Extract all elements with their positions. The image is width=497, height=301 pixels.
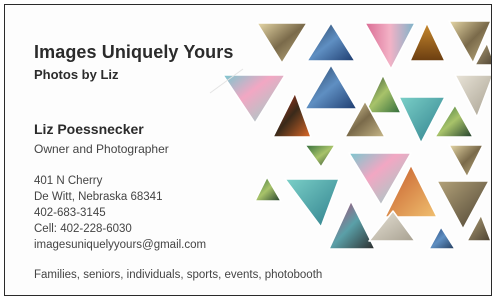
cell-number: Cell: 402-228-6030	[34, 223, 132, 235]
phone-number: 402-683-3145	[34, 207, 106, 219]
person-title: Owner and Photographer	[34, 142, 169, 156]
services-list: Families, seniors, individuals, sports, …	[34, 269, 323, 281]
city-state-zip: De Witt, Nebraska 68341	[34, 191, 163, 203]
business-name: Images Uniquely Yours	[34, 42, 234, 62]
street-address: 401 N Cherry	[34, 175, 103, 187]
business-subtitle: Photos by Liz	[34, 67, 119, 82]
business-card: Images Uniquely Yours Photos by Liz Liz …	[4, 4, 492, 296]
person-name: Liz Poessnecker	[34, 121, 144, 137]
email-address: imagesuniquelyyours@gmail.com	[34, 239, 207, 251]
